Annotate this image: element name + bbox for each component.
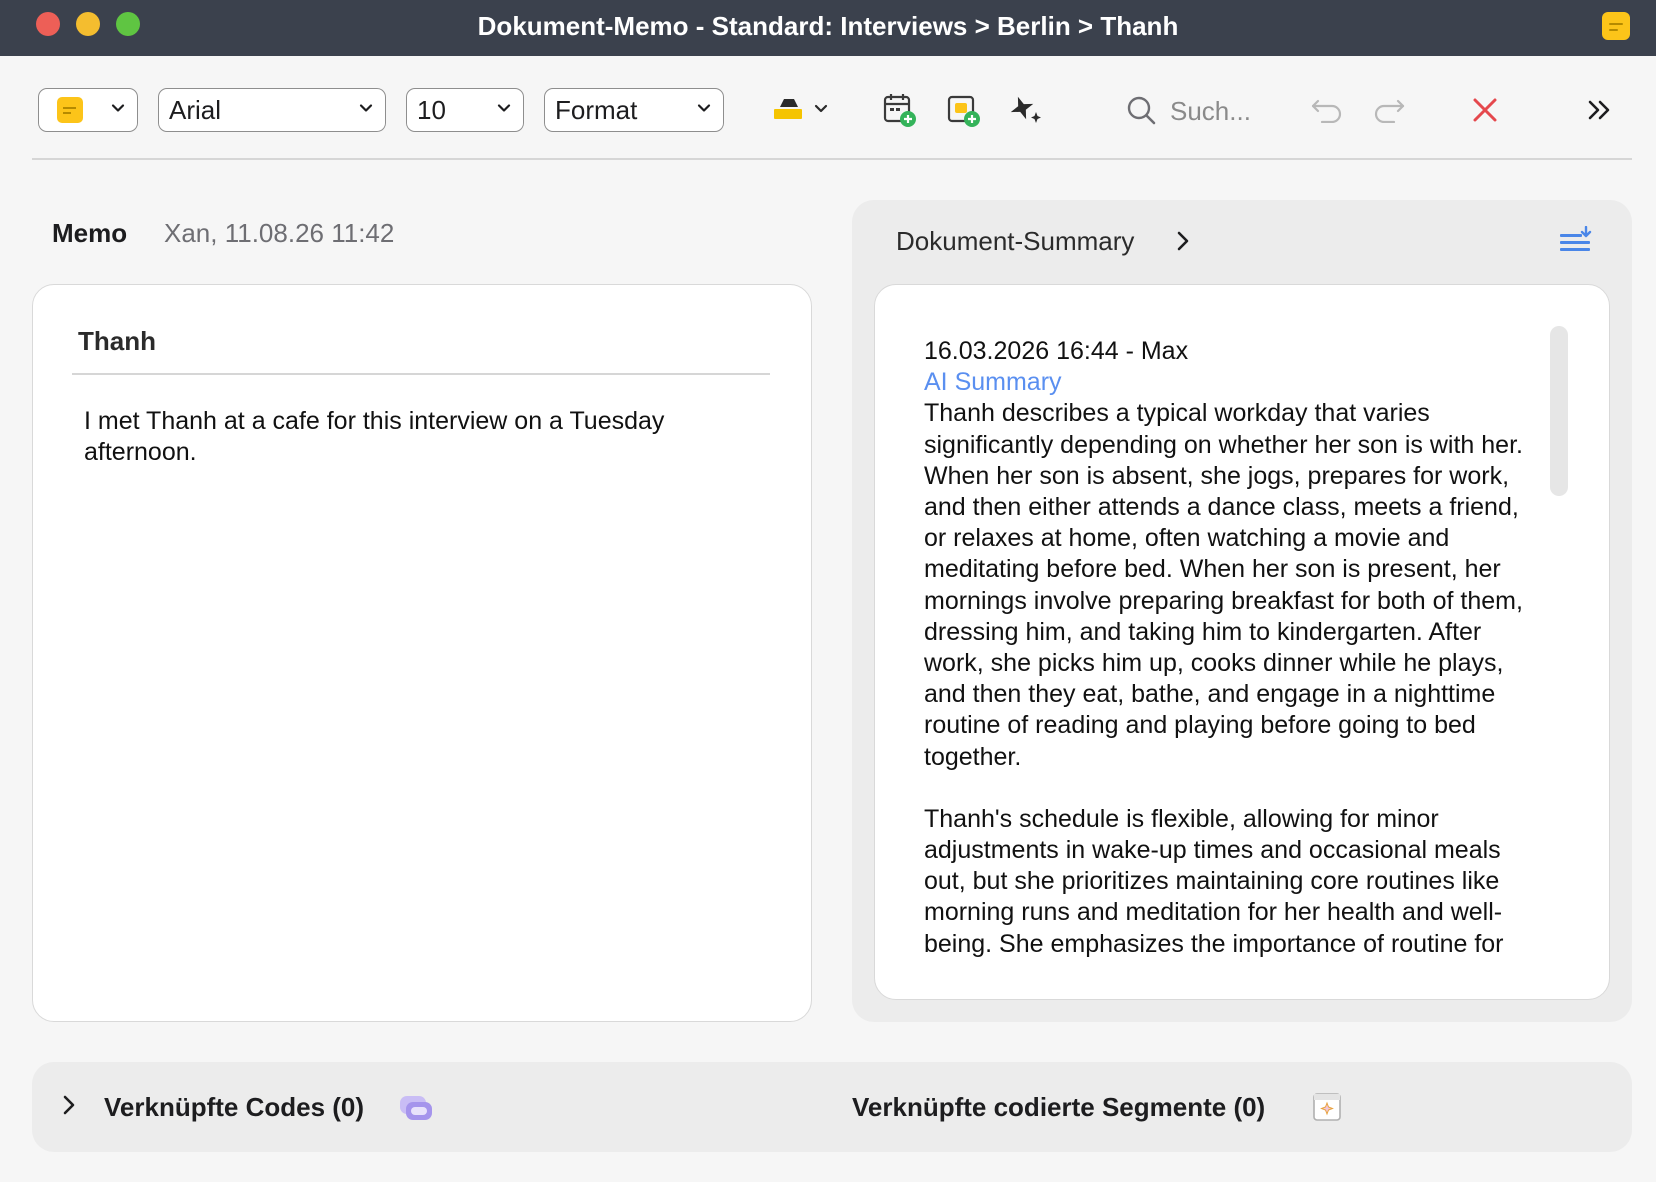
close-memo-button[interactable] — [1470, 88, 1500, 132]
ai-assist-button[interactable] — [1008, 88, 1044, 132]
codes-icon[interactable] — [398, 1094, 434, 1127]
insert-list-icon — [1560, 225, 1592, 251]
highlighter-button[interactable] — [770, 88, 832, 132]
memo-yellow-icon — [57, 97, 83, 123]
expand-codes-button[interactable] — [60, 1094, 78, 1121]
chevron-down-icon — [111, 101, 125, 115]
summary-paragraph: Thanh describes a typical workday that v… — [924, 399, 1523, 771]
summary-text[interactable]: 16.03.2026 16:44 - Max AI Summary Thanh … — [924, 336, 1534, 958]
memo-title-divider — [72, 373, 770, 375]
memo-meta: Xan, 11.08.26 11:42 — [164, 218, 395, 248]
undo-icon — [1311, 99, 1342, 123]
calendar-add-icon — [883, 94, 916, 127]
summary-timestamp: 16.03.2026 16:44 - Max — [924, 337, 1189, 365]
format-dropdown[interactable]: Format — [544, 88, 724, 132]
more-icon — [1588, 100, 1610, 120]
memo-add-icon — [947, 95, 980, 127]
memo-icon — [1602, 12, 1630, 40]
search-field[interactable]: Such... — [1124, 88, 1274, 132]
ai-sparkle-icon — [1010, 96, 1041, 123]
ai-summary-label: AI Summary — [924, 368, 1062, 397]
linked-codes-label: Verknüpfte Codes (0) — [104, 1092, 365, 1122]
chevron-right-icon — [63, 1095, 75, 1115]
summary-header[interactable]: Dokument-Summary — [896, 226, 1134, 257]
close-icon — [1473, 98, 1497, 122]
redo-button[interactable] — [1372, 88, 1406, 132]
chevron-right-icon[interactable] — [1174, 230, 1192, 257]
insert-memo-link-button[interactable] — [946, 88, 982, 132]
toolbar-divider — [32, 158, 1632, 160]
memo-title[interactable]: Thanh — [78, 326, 156, 357]
highlighter-icon — [774, 99, 828, 119]
linked-segments-label: Verknüpfte codierte Segmente (0) — [852, 1092, 1266, 1122]
undo-button[interactable] — [1310, 88, 1344, 132]
font-size-value: 10 — [417, 95, 446, 125]
search-placeholder: Such... — [1170, 96, 1251, 126]
summary-scrollbar[interactable] — [1550, 326, 1568, 496]
memo-body[interactable]: I met Thanh at a cafe for this interview… — [84, 406, 744, 468]
insert-summary-button[interactable] — [1558, 225, 1592, 261]
chevron-down-icon — [497, 101, 511, 115]
memo-type-dropdown[interactable] — [38, 88, 138, 132]
redo-icon — [1374, 99, 1405, 123]
search-icon — [1127, 96, 1156, 125]
insert-date-button[interactable] — [882, 88, 918, 132]
window-title: Dokument-Memo - Standard: Interviews > B… — [477, 11, 1179, 41]
font-family-dropdown[interactable]: Arial — [158, 88, 386, 132]
summary-paragraph: Thanh's schedule is flexible, allowing f… — [924, 804, 1504, 958]
chevron-down-icon — [359, 101, 373, 115]
chevron-down-icon — [697, 101, 711, 115]
format-value: Format — [555, 95, 638, 125]
memo-label: Memo — [52, 218, 128, 248]
font-size-dropdown[interactable]: 10 — [406, 88, 524, 132]
memo-editor[interactable] — [32, 284, 812, 1022]
title-bar: Dokument-Memo - Standard: Interviews > B… — [0, 0, 1656, 56]
font-family-value: Arial — [169, 95, 222, 125]
more-button[interactable] — [1586, 88, 1614, 132]
segments-icon[interactable] — [1312, 1092, 1342, 1127]
